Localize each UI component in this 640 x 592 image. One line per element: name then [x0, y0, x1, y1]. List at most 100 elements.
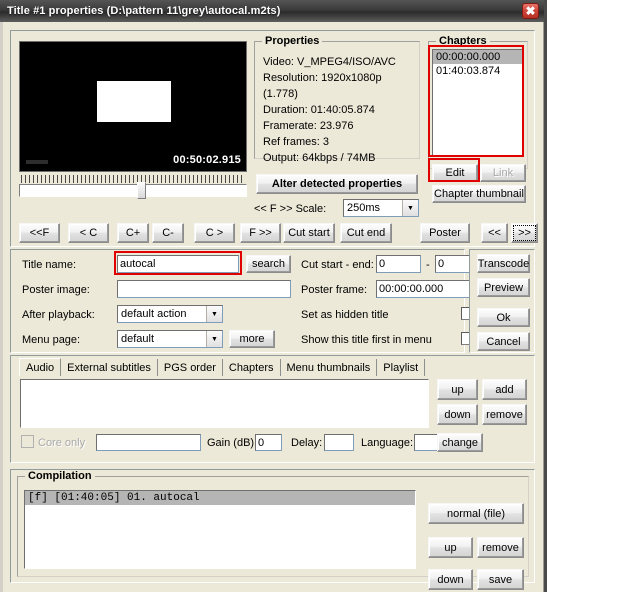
properties-group: Properties Video: V_MPEG4/ISO/AVC Resolu… [254, 35, 420, 164]
poster-frame-label: Poster frame: [301, 284, 368, 296]
property-resolution: Resolution: 1920x1080p (1.778) [263, 72, 382, 100]
form-section-panel: Title name: autocal search Poster image:… [10, 249, 480, 353]
hidden-title-label: Set as hidden title [301, 309, 389, 321]
menu-page-label: Menu page: [22, 334, 81, 346]
properties-dialog-window: Title #1 properties (D:\pattern 11\grey\… [0, 0, 547, 592]
chapter-link-button: Link [480, 164, 526, 182]
nav-button-chapter-forward[interactable]: C > [194, 223, 235, 243]
poster-image-label: Poster image: [22, 284, 90, 296]
tabs-section-panel: Audio External subtitles PGS order Chapt… [10, 355, 535, 463]
search-button[interactable]: search [246, 255, 291, 273]
properties-group-title: Properties [262, 35, 323, 47]
cancel-button[interactable]: Cancel [477, 332, 530, 351]
window-title: Title #1 properties (D:\pattern 11\grey\… [7, 5, 281, 17]
compilation-listbox[interactable]: [f] [01:40:05] 01. autocal [24, 490, 416, 569]
cut-start-button[interactable]: Cut start [283, 223, 335, 243]
poster-image-input[interactable] [117, 280, 291, 298]
stream-remove-button[interactable]: remove [482, 404, 527, 425]
title-bar: Title #1 properties (D:\pattern 11\grey\… [0, 0, 544, 22]
title-name-input[interactable]: autocal [117, 255, 239, 273]
audio-streams-listbox[interactable] [20, 379, 429, 428]
chapters-group-title: Chapters [436, 35, 490, 47]
list-item[interactable]: 00:00:00.000 [433, 50, 523, 64]
compilation-down-button[interactable]: down [428, 569, 473, 590]
list-item[interactable]: 01:40:03.874 [433, 64, 523, 78]
next-title-button[interactable]: >> [511, 223, 538, 243]
core-only-label: Core only [38, 437, 86, 449]
property-video: Video: V_MPEG4/ISO/AVC [263, 56, 396, 68]
gain-input[interactable]: 0 [255, 434, 282, 451]
compilation-up-button[interactable]: up [428, 537, 473, 558]
preview-button[interactable]: Preview [477, 278, 530, 297]
chapters-listbox[interactable]: 00:00:00.000 01:40:03.874 [432, 49, 524, 156]
chevron-down-icon[interactable]: ▼ [206, 306, 222, 322]
transcode-button[interactable]: Transcode [477, 254, 530, 273]
chapter-thumbnail-button[interactable]: Chapter thumbnail [432, 185, 526, 203]
chevron-down-icon[interactable]: ▼ [206, 331, 222, 347]
tab-pgs-order[interactable]: PGS order [157, 359, 223, 376]
video-timestamp: 00:50:02.915 [173, 154, 241, 166]
scale-value: 250ms [347, 202, 381, 214]
prev-title-button[interactable]: << [481, 223, 508, 243]
tab-chapters[interactable]: Chapters [222, 359, 281, 376]
cut-range-separator: - [426, 259, 430, 271]
property-output: Output: 64kbps / 74MB [263, 152, 376, 164]
close-icon[interactable]: ✖ [522, 3, 539, 19]
show-first-label: Show this title first in menu [301, 334, 432, 346]
action-buttons-panel: Transcode Preview Ok Cancel [469, 249, 535, 353]
change-stream-button[interactable]: change [437, 433, 483, 452]
compilation-group-title: Compilation [25, 470, 95, 482]
timeline-slider[interactable] [19, 175, 247, 201]
language-label: Language: [361, 437, 413, 449]
compilation-remove-button[interactable]: remove [477, 537, 524, 558]
tab-external-subtitles[interactable]: External subtitles [61, 359, 158, 376]
property-framerate: Framerate: 23.976 [263, 120, 354, 132]
timeline-thumb[interactable] [137, 182, 146, 199]
stream-down-button[interactable]: down [437, 404, 478, 425]
video-white-rect [97, 81, 171, 122]
tab-playlist[interactable]: Playlist [377, 359, 426, 376]
nav-button-chapter-remove[interactable]: C- [152, 223, 184, 243]
normal-file-button[interactable]: normal (file) [428, 503, 524, 524]
tab-menu-thumbnails[interactable]: Menu thumbnails [280, 359, 378, 376]
after-playback-label: After playback: [22, 309, 95, 321]
ok-button[interactable]: Ok [477, 308, 530, 327]
stream-add-button[interactable]: add [482, 379, 527, 400]
after-playback-value: default action [121, 308, 187, 320]
poster-button[interactable]: Poster [420, 223, 470, 243]
stream-up-button[interactable]: up [437, 379, 478, 400]
nav-button-frame-forward[interactable]: F >> [240, 223, 281, 243]
nav-button-chapter-back[interactable]: < C [68, 223, 109, 243]
cut-start-input[interactable]: 0 [376, 255, 421, 273]
cut-end-button[interactable]: Cut end [340, 223, 392, 243]
core-only-checkbox [21, 435, 34, 448]
video-corner-mark [26, 160, 48, 164]
property-ref-frames: Ref frames: 3 [263, 136, 330, 148]
dialog-client-area: 00:50:02.915 <<F < C C+ C- C > F >> Prop… [0, 22, 544, 592]
title-name-label: Title name: [22, 259, 77, 271]
scale-label: << F >> Scale: [254, 203, 327, 215]
chapter-edit-button[interactable]: Edit [432, 164, 478, 182]
chevron-down-icon[interactable]: ▼ [402, 200, 418, 216]
stream-name-input[interactable] [96, 434, 201, 451]
video-preview[interactable]: 00:50:02.915 [19, 41, 247, 172]
property-duration: Duration: 01:40:05.874 [263, 104, 375, 116]
tab-audio[interactable]: Audio [19, 358, 62, 376]
nav-button-chapter-add[interactable]: C+ [117, 223, 149, 243]
delay-label: Delay: [291, 437, 323, 449]
poster-frame-input[interactable]: 00:00:00.000 [376, 280, 480, 298]
more-button[interactable]: more [229, 330, 275, 348]
alter-detected-properties-button[interactable]: Alter detected properties [256, 174, 418, 194]
gain-label: Gain (dB): [207, 437, 258, 449]
delay-input[interactable] [324, 434, 354, 451]
menu-page-value: default [121, 333, 155, 345]
nav-button-frame-back[interactable]: <<F [19, 223, 60, 243]
compilation-section-panel: Compilation [f] [01:40:05] 01. autocal n… [10, 469, 535, 590]
menu-page-combo[interactable]: default ▼ [117, 330, 223, 348]
timeline-track[interactable] [19, 184, 247, 197]
list-item[interactable]: [f] [01:40:05] 01. autocal [25, 491, 415, 505]
scale-combo[interactable]: 250ms ▼ [343, 199, 419, 217]
compilation-save-button[interactable]: save [477, 569, 524, 590]
tab-strip: Audio External subtitles PGS order Chapt… [19, 358, 426, 376]
after-playback-combo[interactable]: default action ▼ [117, 305, 223, 323]
